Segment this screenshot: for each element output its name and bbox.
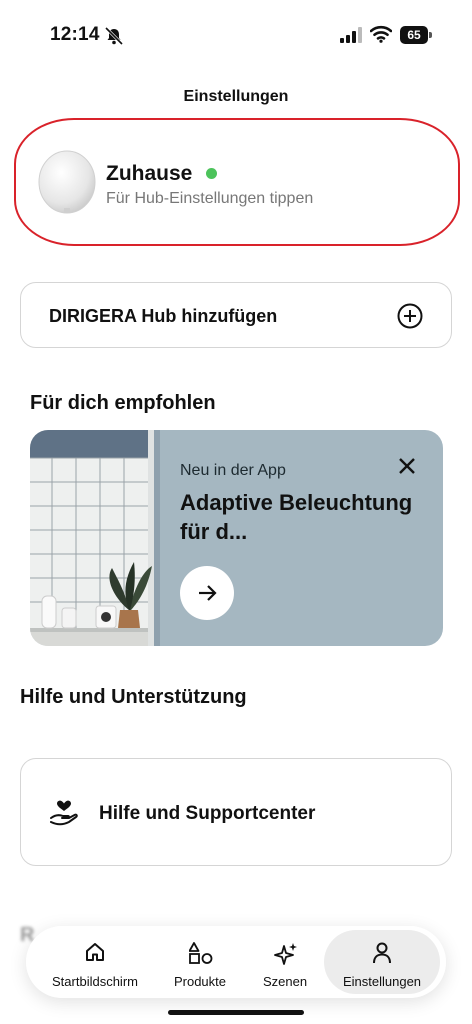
sparkle-icon (274, 943, 297, 965)
promo-open-button[interactable] (180, 566, 234, 620)
recommended-section-title: Für dich empfohlen (30, 392, 216, 414)
tab-settings[interactable]: Einstellungen (324, 930, 440, 994)
tab-scenes-label: Szenen (262, 974, 308, 989)
hub-subtitle: Für Hub-Einstellungen tippen (106, 190, 314, 207)
promo-image (30, 430, 160, 646)
status-time: 12:14 (50, 24, 100, 45)
promo-kicker: Neu in der App (180, 462, 286, 479)
signal-icon (340, 27, 362, 43)
promo-title: Adaptive Beleuchtung für d... (180, 490, 413, 544)
status-bar: 12:14 65 (0, 0, 472, 70)
shapes-icon (189, 942, 213, 964)
page-title: Einstellungen (183, 88, 289, 105)
tab-home[interactable]: Startbildschirm (40, 930, 150, 994)
tab-products[interactable]: Produkte (154, 930, 246, 994)
tab-settings-label: Einstellungen (342, 974, 422, 989)
bottom-tab-bar: Startbildschirm Produkte Szenen Einstell… (26, 926, 446, 998)
plus-circle-icon (397, 303, 423, 329)
support-center-label: Hilfe und Supportcenter (99, 803, 316, 824)
hub-name: Zuhause (106, 162, 193, 185)
add-hub-label: DIRIGERA Hub hinzufügen (49, 306, 278, 326)
person-icon (373, 942, 391, 964)
battery-cap (429, 32, 432, 38)
home-indicator (168, 1010, 304, 1015)
hub-online-indicator (206, 168, 217, 179)
hub-card[interactable]: Zuhause Für Hub-Einstellungen tippen (14, 118, 460, 246)
promo-card[interactable]: Neu in der App Adaptive Beleuchtung für … (30, 430, 443, 646)
battery-icon: 65 (400, 26, 432, 44)
add-hub-button[interactable]: DIRIGERA Hub hinzufügen (20, 282, 452, 348)
tab-home-label: Startbildschirm (52, 974, 138, 989)
wifi-icon (370, 25, 392, 43)
home-icon (86, 943, 104, 961)
tab-scenes[interactable]: Szenen (248, 930, 322, 994)
hub-device-image (38, 150, 96, 214)
help-section-title: Hilfe und Unterstützung (20, 686, 247, 708)
support-center-item[interactable]: Hilfe und Supportcenter (20, 758, 452, 866)
bell-muted-icon (104, 27, 124, 45)
battery-level: 65 (400, 26, 428, 44)
tab-products-label: Produkte (173, 974, 227, 989)
hand-heart-icon (50, 800, 78, 826)
close-icon[interactable] (397, 456, 417, 476)
arrow-right-icon (199, 585, 217, 601)
